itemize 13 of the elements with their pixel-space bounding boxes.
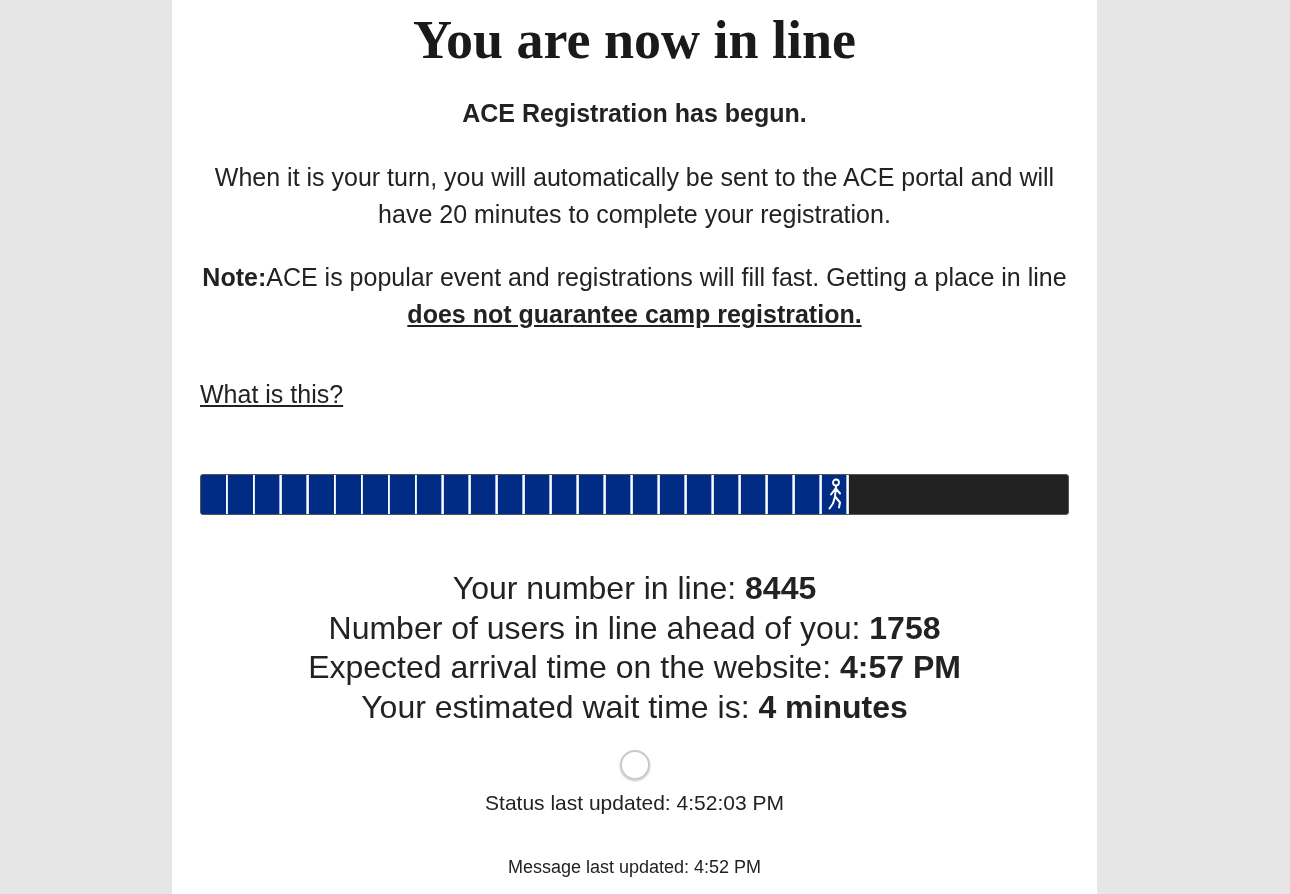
queue-info-text: Your estimated wait time is: 4 minutes <box>360 688 909 728</box>
help-link[interactable]: What is this? <box>200 376 344 413</box>
queue-info-text: Your number in line: 8445 <box>451 569 818 608</box>
status-updated-text: Status last updated: 4:52:03 PM <box>484 790 785 815</box>
page-title: You are now in line <box>411 10 858 70</box>
walking-person-icon <box>827 478 844 511</box>
note-paragraph: Note:ACE is popular event and registrations will fill fast. Getting a place in line does not guarantee camp registration. <box>201 262 1068 330</box>
queue-info-text: Number of users in line ahead of you: 1758 <box>327 608 942 648</box>
message-updated-text: Message last updated: 4:52 PM <box>506 856 763 877</box>
loading-ring-icon <box>619 749 650 780</box>
queue-info-text: Expected arrival time on the website: 4:57 PM <box>307 648 962 688</box>
headline-text: ACE Registration has begun. <box>461 98 808 129</box>
instruction-paragraph: When it is your turn, you will automatically be sent to the ACE portal and will have 20 minutes to complete your registration. <box>213 162 1056 230</box>
